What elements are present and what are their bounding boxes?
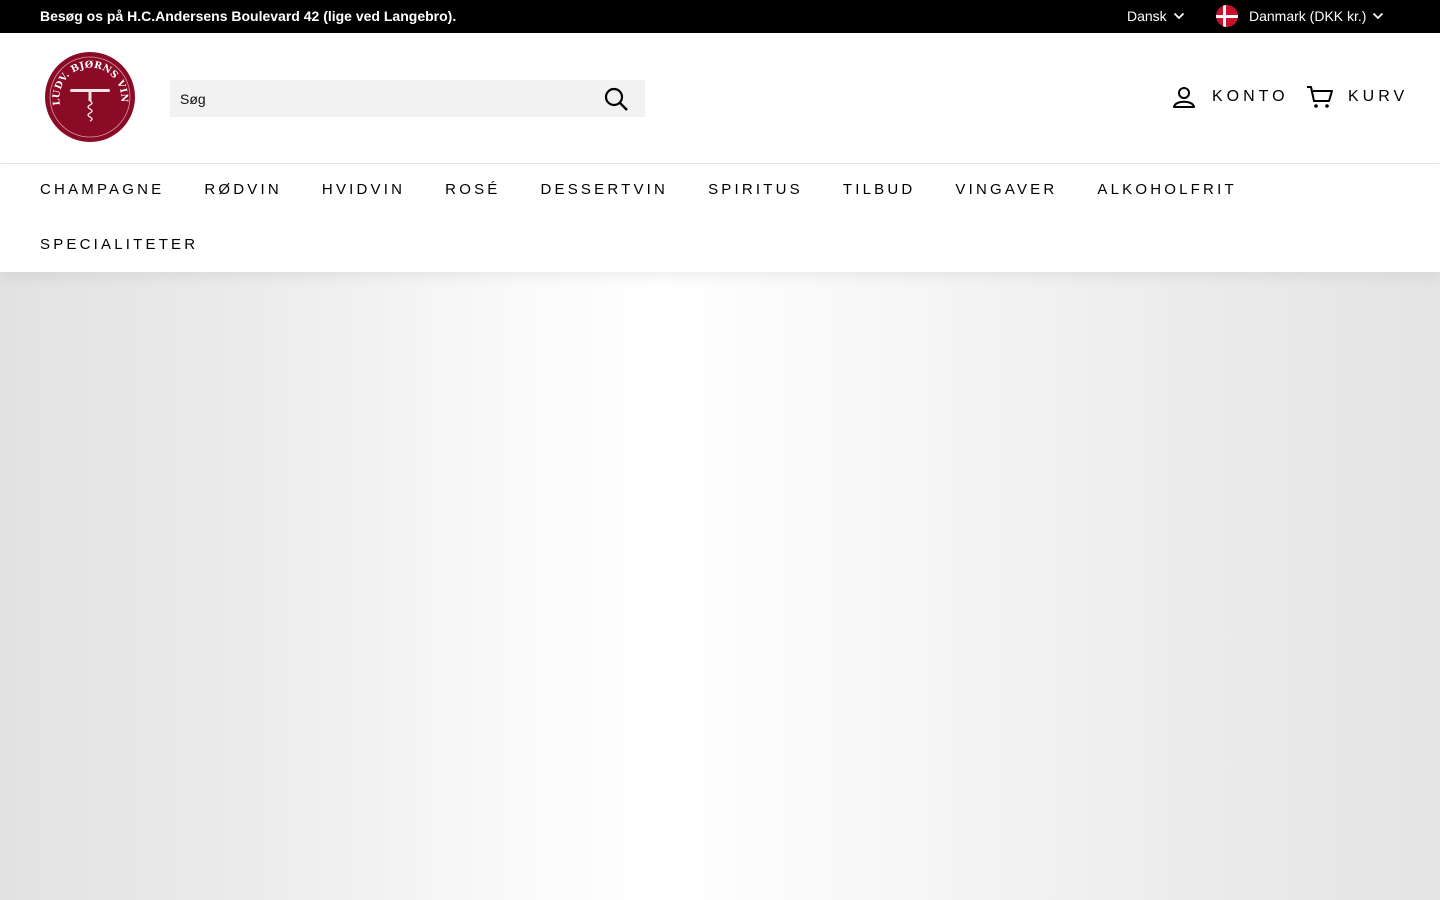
country-label: Danmark (DKK kr.) bbox=[1249, 8, 1367, 24]
nav-item-dessertvin[interactable]: DESSERTVIN bbox=[540, 181, 668, 199]
announcement-bar: Besøg os på H.C.Andersens Boulevard 42 (… bbox=[0, 0, 1440, 33]
nav-item-specialiteter[interactable]: SPECIALITETER bbox=[40, 236, 198, 254]
nav-item-tilbud[interactable]: TILBUD bbox=[843, 181, 916, 199]
nav-row: SPECIALITETER bbox=[40, 236, 238, 254]
cart-label: KURV bbox=[1348, 88, 1409, 105]
site-header: LUDV. BJØRNS VINHANDEL KONTO KURV bbox=[0, 33, 1440, 164]
cart-link[interactable]: KURV bbox=[1306, 85, 1408, 109]
nav-item-spiritus[interactable]: SPIRITUS bbox=[708, 181, 803, 199]
nav-item-rose[interactable]: ROSÉ bbox=[445, 181, 500, 199]
nav-row: CHAMPAGNE RØDVIN HVIDVIN ROSÉ DESSERTVIN… bbox=[40, 181, 1277, 199]
denmark-flag-icon bbox=[1216, 5, 1238, 27]
hero-banner-placeholder bbox=[0, 272, 1440, 900]
main-navigation: CHAMPAGNE RØDVIN HVIDVIN ROSÉ DESSERTVIN… bbox=[0, 164, 1440, 272]
cart-icon bbox=[1307, 86, 1333, 108]
nav-item-vingaver[interactable]: VINGAVER bbox=[955, 181, 1057, 199]
chevron-down-icon bbox=[1173, 12, 1184, 20]
country-selector[interactable]: Danmark (DKK kr.) bbox=[1216, 4, 1384, 28]
store-logo[interactable]: LUDV. BJØRNS VINHANDEL bbox=[39, 43, 136, 143]
nav-item-rodvin[interactable]: RØDVIN bbox=[204, 181, 282, 199]
logo-seal-icon: LUDV. BJØRNS VINHANDEL bbox=[39, 43, 135, 142]
nav-item-champagne[interactable]: CHAMPAGNE bbox=[40, 181, 164, 199]
user-icon bbox=[1173, 87, 1195, 108]
nav-item-hvidvin[interactable]: HVIDVIN bbox=[322, 181, 405, 199]
search-input[interactable] bbox=[170, 80, 590, 117]
account-label: KONTO bbox=[1212, 88, 1289, 105]
language-selector[interactable]: Dansk bbox=[1127, 8, 1185, 24]
announcement-message: Besøg os på H.C.Andersens Boulevard 42 (… bbox=[40, 8, 457, 24]
nav-item-alkoholfrit[interactable]: ALKOHOLFRIT bbox=[1097, 181, 1236, 199]
language-label: Dansk bbox=[1127, 8, 1167, 24]
account-link[interactable]: KONTO bbox=[1172, 85, 1289, 109]
search-bar bbox=[170, 80, 645, 117]
search-icon[interactable] bbox=[603, 86, 629, 112]
chevron-down-icon bbox=[1373, 12, 1384, 20]
